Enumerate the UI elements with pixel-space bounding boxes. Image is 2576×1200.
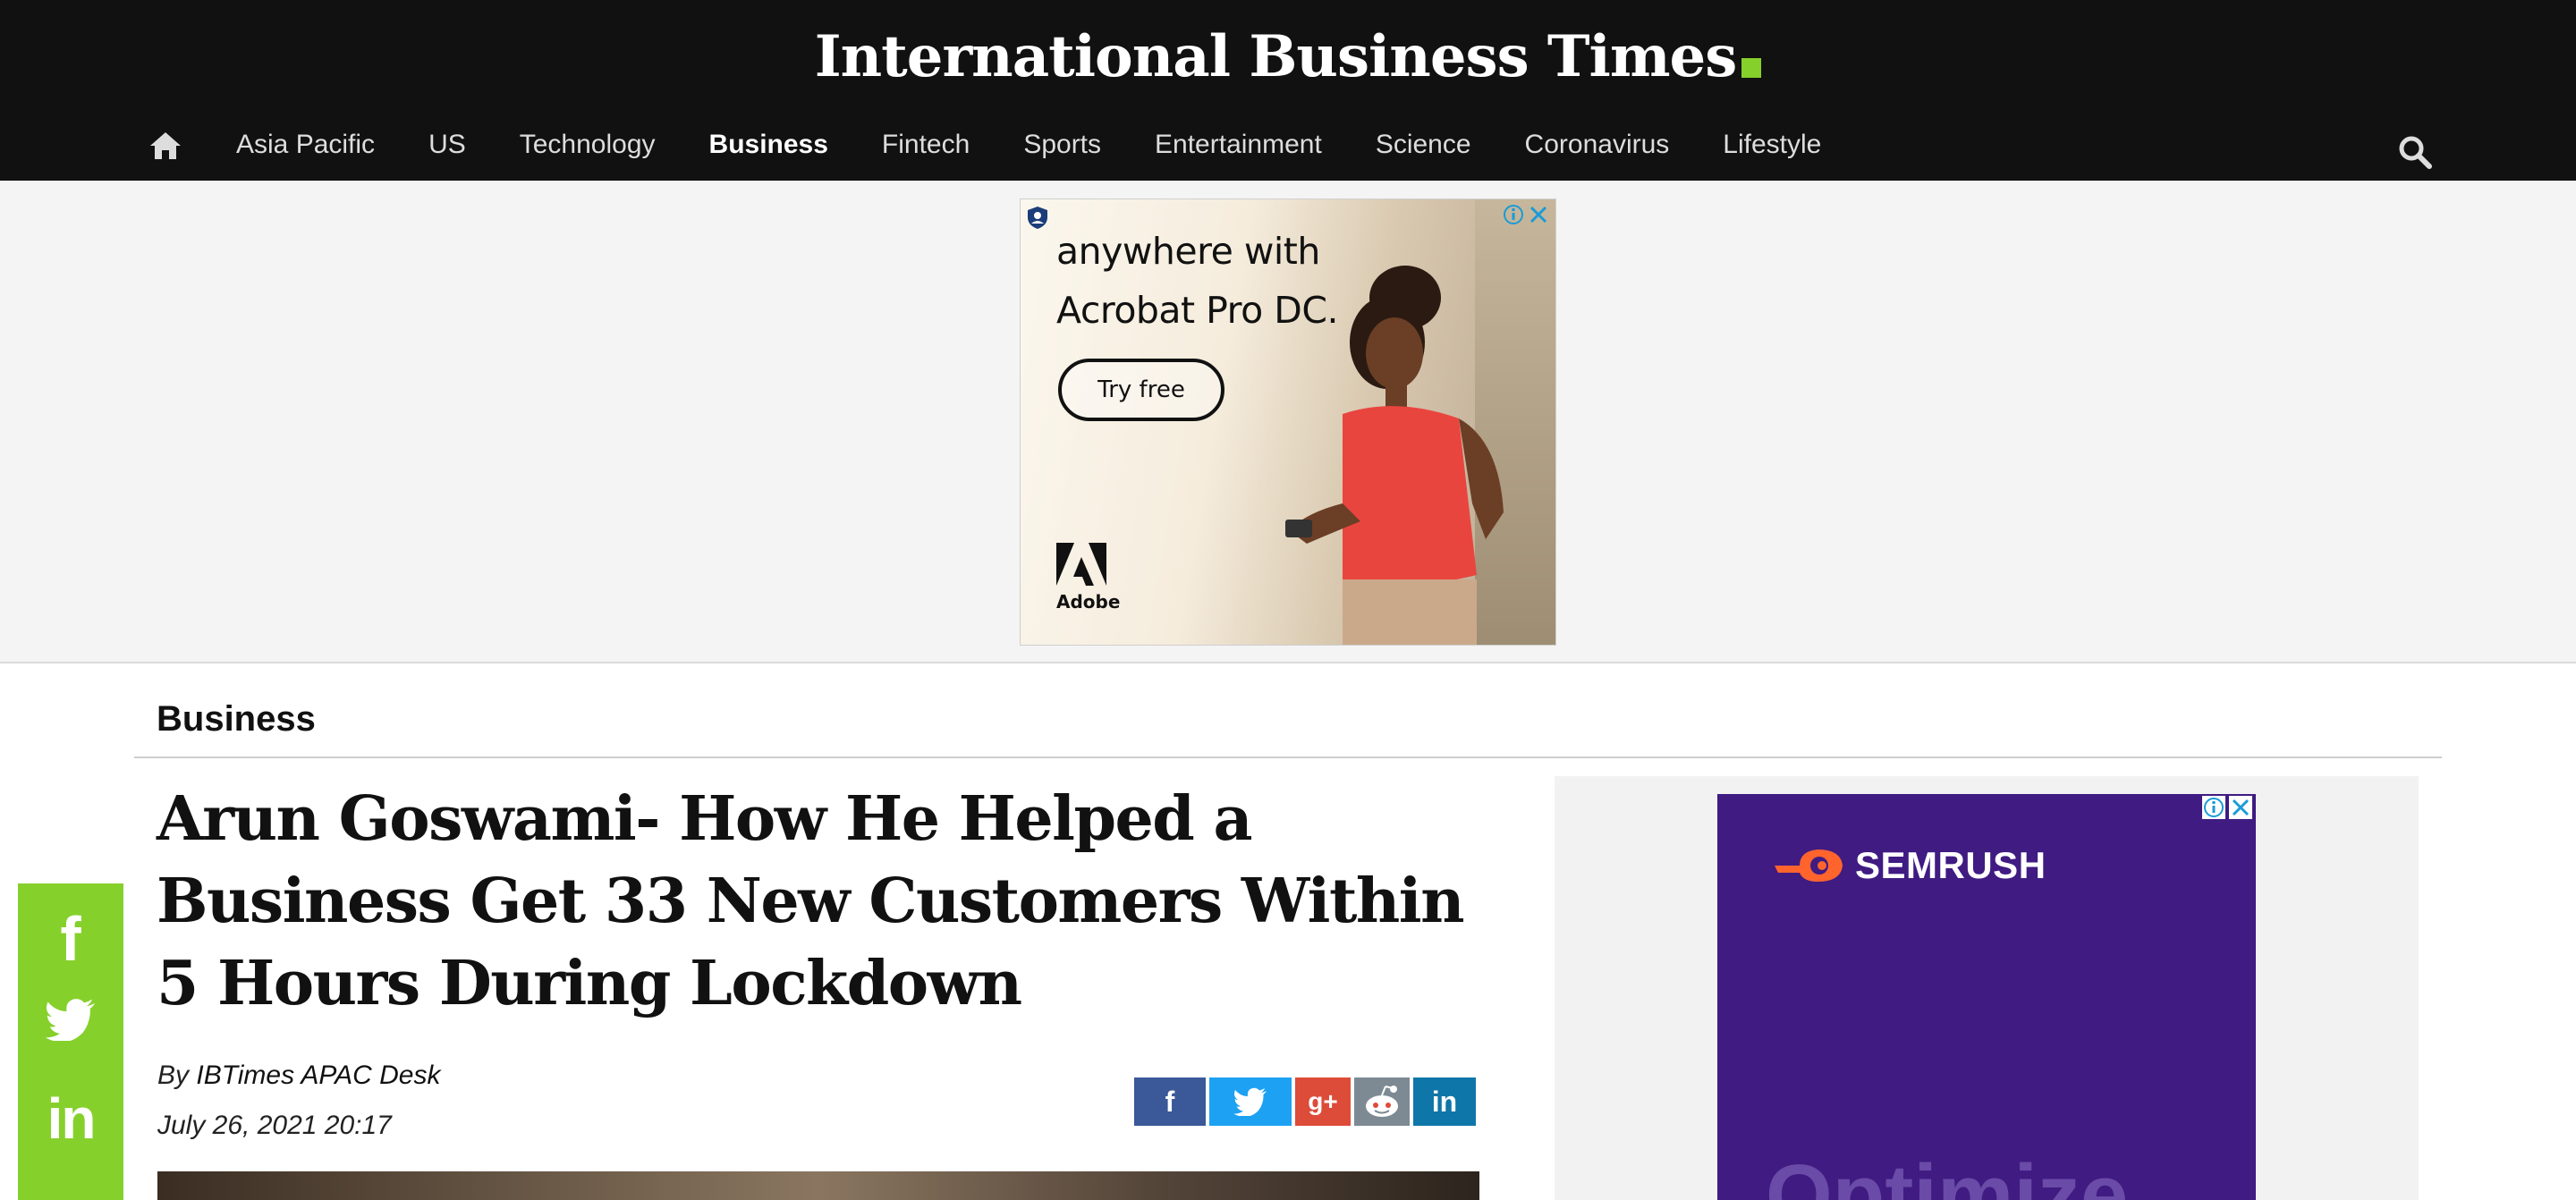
search-icon[interactable]	[2397, 134, 2433, 170]
linkedin-icon: in	[1431, 1085, 1458, 1118]
section-label[interactable]: Business	[157, 699, 316, 739]
nav-item-coronavirus[interactable]: Coronavirus	[1525, 130, 1670, 160]
article-share-row: f g+ in	[1134, 1077, 1476, 1126]
share-googleplus-button[interactable]: g+	[1295, 1077, 1351, 1126]
sticky-facebook-icon[interactable]: f	[18, 903, 123, 975]
nav-item-technology[interactable]: Technology	[520, 130, 656, 160]
shield-icon	[1028, 207, 1047, 229]
article-hero-image	[157, 1171, 1479, 1200]
author-link[interactable]: IBTimes APAC Desk	[196, 1061, 440, 1090]
nav-item-asia-pacific[interactable]: Asia Pacific	[236, 130, 375, 160]
nav-item-fintech[interactable]: Fintech	[882, 130, 970, 160]
ad-close-icon[interactable]	[1527, 203, 1550, 226]
byline-prefix: By	[157, 1061, 197, 1090]
twitter-icon	[1233, 1087, 1267, 1116]
site-logo-text: International Business Times	[814, 23, 1738, 90]
nav-item-science[interactable]: Science	[1376, 130, 1471, 160]
adobe-logo-icon	[1056, 543, 1106, 586]
site-logo[interactable]: International Business Times	[0, 23, 2576, 90]
acrobat-ad[interactable]: anywhere with Acrobat Pro DC. Try free A…	[1020, 199, 1556, 646]
article-byline: By IBTimes APAC Desk	[157, 1061, 440, 1091]
section-divider	[134, 756, 2442, 758]
facebook-icon: f	[1165, 1085, 1175, 1118]
semrush-brand-text: SEMRUSH	[1855, 844, 2046, 886]
semrush-flame-icon	[1775, 849, 1843, 882]
site-header: International Business Times Asia Pacifi…	[0, 0, 2576, 181]
ad-info-icon[interactable]	[2202, 796, 2225, 819]
sticky-share-bar: f in	[18, 883, 123, 1200]
nav-items: Asia Pacific US Technology Business Fintech S…	[236, 130, 1875, 160]
sticky-twitter-icon[interactable]	[18, 998, 123, 1061]
share-linkedin-button[interactable]: in	[1413, 1077, 1476, 1126]
nav-item-entertainment[interactable]: Entertainment	[1155, 130, 1322, 160]
ad-headline-line2: Acrobat Pro DC.	[1056, 289, 1338, 332]
home-icon[interactable]	[148, 131, 182, 161]
nav-item-business[interactable]: Business	[709, 130, 828, 160]
sticky-linkedin-icon[interactable]: in	[18, 1086, 123, 1152]
share-facebook-button[interactable]: f	[1134, 1077, 1206, 1126]
nav-item-us[interactable]: US	[428, 130, 466, 160]
share-twitter-button[interactable]	[1209, 1077, 1292, 1126]
share-reddit-button[interactable]	[1354, 1077, 1410, 1126]
ad-headline-line1: anywhere with	[1056, 230, 1320, 273]
nav-item-lifestyle[interactable]: Lifestyle	[1723, 130, 1821, 160]
semrush-ad[interactable]: SEMRUSH Optimize	[1717, 794, 2256, 1200]
ad-info-icon[interactable]	[1502, 203, 1525, 226]
ad-partial-headline: Optimize	[1766, 1147, 2129, 1200]
nav-item-sports[interactable]: Sports	[1023, 130, 1101, 160]
semrush-logo: SEMRUSH	[1773, 844, 2046, 887]
article-date: July 26, 2021 20:17	[157, 1111, 392, 1140]
ad-close-icon[interactable]	[2229, 796, 2252, 819]
google-plus-icon: g+	[1308, 1087, 1338, 1115]
main-nav: Asia Pacific US Technology Business Fintech S…	[0, 116, 2576, 181]
try-free-button[interactable]: Try free	[1058, 359, 1224, 421]
adobe-brand-text: Adobe	[1056, 591, 1121, 613]
article-headline: Arun Goswami- How He Helped a Business G…	[157, 783, 1465, 1019]
logo-dot	[1741, 58, 1762, 78]
reddit-icon	[1366, 1086, 1398, 1117]
